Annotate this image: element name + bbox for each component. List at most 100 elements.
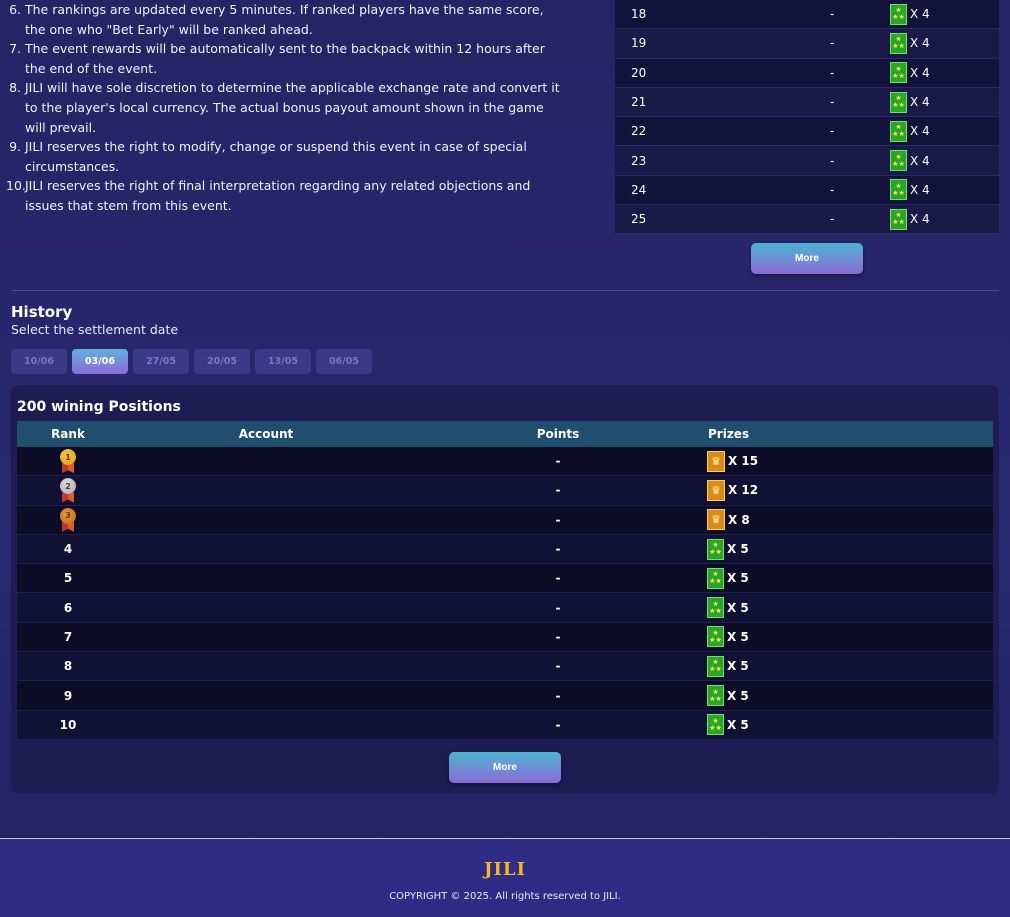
- ranking-row: 23 - ★ ★★ X 4: [615, 146, 999, 176]
- table-row: 7 - ★ ★★ X 5: [17, 622, 993, 653]
- prize-cell: ★ ★★ X 5: [703, 567, 993, 589]
- date-tab-06-05[interactable]: 06/05: [316, 349, 372, 374]
- rule-item: 6. The rankings are updated every 5 minut…: [6, 0, 566, 39]
- star-gift-icon: ★ ★★: [890, 208, 907, 230]
- points-cell: -: [830, 212, 835, 227]
- points-cell: -: [830, 95, 835, 110]
- prize-cell: ★ ★★ X 4: [890, 3, 930, 25]
- points-cell: -: [830, 182, 835, 197]
- rank-cell: 9: [17, 689, 119, 703]
- rank-cell: 5: [17, 571, 119, 585]
- prize-cell: ★ ★★ X 4: [890, 32, 930, 54]
- table-row: 5 - ★ ★★ X 5: [17, 564, 993, 594]
- rule-number: 10.: [6, 178, 26, 194]
- star-gift-icon: ★ ★★: [890, 32, 907, 54]
- table-row: 1 - ♛ X 15: [17, 447, 993, 477]
- prize-cell: ★ ★★ X 5: [703, 597, 993, 619]
- date-tab-03-06[interactable]: 03/06: [72, 349, 128, 374]
- points-cell: -: [555, 688, 561, 703]
- rule-text: JILI reserves the right of final interpr…: [25, 178, 531, 213]
- crown-chest-icon: ♛: [707, 450, 725, 472]
- prize-amount: X 5: [727, 717, 749, 732]
- rank-number: 6: [63, 600, 73, 615]
- bronze-medal-icon: 3: [59, 507, 77, 532]
- copyright-text: COPYRIGHT © 2025. All rights reserved to…: [389, 891, 621, 902]
- rank-number: 9: [63, 688, 73, 703]
- date-tab-10-06[interactable]: 10/06: [11, 349, 67, 374]
- star-gift-icon: ★ ★★: [707, 626, 724, 648]
- history-table-body: 1- ♛ X 15 2- ♛ X 12 3- ♛ X 8 4- ★ ★★ X 5 5- ★ ★★ X 5 6- ★ ★…: [17, 447, 993, 740]
- star-gift-icon: ★ ★★: [890, 62, 907, 84]
- rank-cell: 25: [631, 212, 647, 227]
- prize-cell: ★ ★★ X 5: [703, 626, 993, 648]
- rule-number: 7.: [9, 41, 21, 57]
- prize-cell: ★ ★★ X 4: [890, 62, 930, 84]
- column-prizes: Prizes: [708, 427, 750, 441]
- prize-cell: ★ ★★ X 4: [890, 208, 930, 230]
- rule-text: JILI will have sole discretion to determ…: [25, 80, 560, 135]
- points-cell: -: [555, 717, 561, 732]
- column-rank: Rank: [51, 427, 85, 441]
- current-ranking-table: 18- ★ ★★ X 4 19- ★ ★★ X 4 20- ★ ★★ X 4 21- ★ ★★ X 4 22- ★…: [615, 0, 999, 235]
- prize-cell: ★ ★★ X 4: [890, 120, 930, 142]
- ranking-more-button[interactable]: More: [751, 243, 863, 274]
- ranking-row: 22 - ★ ★★ X 4: [615, 117, 999, 147]
- history-title: History: [11, 303, 73, 321]
- table-row: 10 - ★ ★★ X 5: [17, 710, 993, 740]
- star-gift-icon: ★ ★★: [890, 120, 907, 142]
- rank-number: 10: [59, 717, 77, 732]
- rule-number: 9.: [9, 139, 21, 155]
- history-more-button[interactable]: More: [449, 752, 561, 783]
- date-tab-20-05[interactable]: 20/05: [194, 349, 250, 374]
- rank-number: 7: [63, 629, 73, 644]
- points-cell: -: [555, 542, 561, 557]
- prize-amount: X 4: [910, 124, 930, 139]
- section-divider: [11, 290, 999, 291]
- rank-cell: 19: [631, 36, 647, 51]
- rank-cell: 10: [17, 718, 119, 732]
- rank-cell: 2: [17, 478, 119, 503]
- prize-cell: ★ ★★ X 4: [890, 91, 930, 113]
- prize-amount: X 8: [728, 512, 750, 527]
- date-tab-27-05[interactable]: 27/05: [133, 349, 189, 374]
- rank-number: 8: [63, 659, 73, 674]
- table-row: 3 - ♛ X 8: [17, 505, 993, 535]
- table-row: 2 - ♛ X 12: [17, 476, 993, 506]
- rank-cell: 23: [631, 153, 647, 168]
- rank-cell: 21: [631, 95, 647, 110]
- star-gift-icon: ★ ★★: [707, 685, 724, 707]
- rule-number: 8.: [9, 80, 21, 96]
- prize-amount: X 5: [727, 659, 749, 674]
- star-gift-icon: ★ ★★: [890, 179, 907, 201]
- points-cell: -: [555, 629, 561, 644]
- points-cell: -: [830, 124, 835, 139]
- rank-cell: 8: [17, 659, 119, 673]
- star-gift-icon: ★ ★★: [707, 597, 724, 619]
- prize-cell: ★ ★★ X 4: [890, 150, 930, 172]
- prize-amount: X 4: [910, 65, 930, 80]
- rule-number: 6.: [9, 2, 21, 17]
- star-gift-icon: ★ ★★: [890, 91, 907, 113]
- winning-positions-title: 200 wining Positions: [17, 399, 181, 415]
- prize-cell: ★ ★★ X 5: [703, 655, 993, 677]
- prize-cell: ★ ★★ X 5: [703, 714, 993, 736]
- rule-text: JILI reserves the right to modify, chang…: [25, 139, 527, 174]
- rank-number: 5: [63, 571, 73, 586]
- rank-cell: 7: [17, 630, 119, 644]
- table-row: 6 - ★ ★★ X 5: [17, 593, 993, 623]
- rank-cell: 3: [17, 507, 119, 532]
- prize-cell: ♛ X 8: [703, 509, 993, 531]
- star-gift-icon: ★ ★★: [707, 538, 724, 560]
- points-cell: -: [555, 512, 561, 527]
- column-account: Account: [238, 427, 294, 441]
- points-cell: -: [555, 483, 561, 498]
- history-table: Rank Account Points Prizes 1- ♛ X 15 2- ♛ X 1…: [17, 421, 993, 740]
- rank-cell: 6: [17, 601, 119, 615]
- points-cell: -: [555, 571, 561, 586]
- points-cell: -: [830, 65, 835, 80]
- prize-amount: X 5: [727, 571, 749, 586]
- prize-cell: ★ ★★ X 4: [890, 179, 930, 201]
- star-gift-icon: ★ ★★: [707, 567, 724, 589]
- prize-amount: X 4: [910, 95, 930, 110]
- date-tab-13-05[interactable]: 13/05: [255, 349, 311, 374]
